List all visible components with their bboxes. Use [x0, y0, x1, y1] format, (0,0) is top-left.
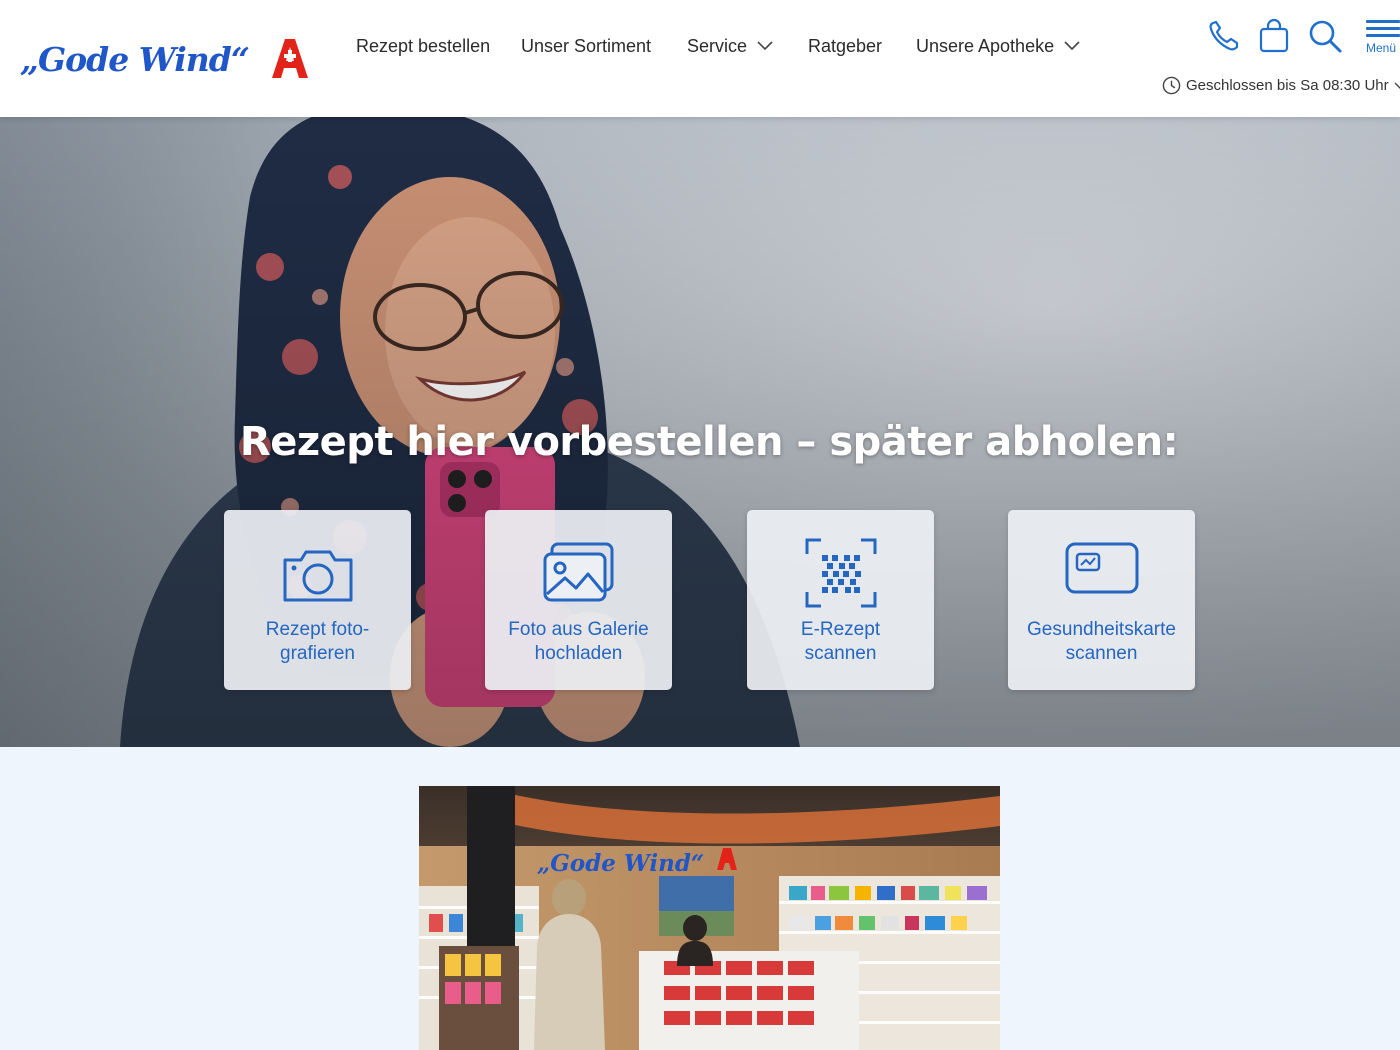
store-sign-text: „Gode Wind“	[537, 850, 704, 877]
card-label: Rezept foto- grafieren	[224, 618, 411, 666]
pharmacy-interior-photo: „Gode Wind“	[419, 786, 1000, 1050]
qr-scan-icon	[805, 538, 876, 608]
card-rezept-fotografieren[interactable]: Rezept foto- grafieren	[224, 510, 411, 690]
card-label: Gesundheitskarte scannen	[1008, 618, 1195, 666]
card-label: Foto aus Galerie hochladen	[485, 618, 672, 666]
health-card-icon	[1065, 542, 1138, 594]
search-icon[interactable]	[1307, 18, 1343, 54]
card-e-rezept-scannen[interactable]: E-Rezept scannen	[747, 510, 934, 690]
nav-label: Ratgeber	[808, 35, 883, 56]
card-label-line: grafieren	[280, 643, 355, 664]
nav-label: Unsere Apotheke	[916, 35, 1055, 56]
card-label-line: Rezept foto-	[265, 619, 370, 640]
card-label-line: hochladen	[534, 643, 623, 664]
shopping-bag-icon[interactable]	[1256, 18, 1292, 54]
opening-hours[interactable]: Geschlossen bis Sa 08:30 Uhr	[1162, 76, 1400, 95]
camera-icon	[283, 550, 352, 602]
card-label-line: Gesundheitskarte	[1027, 619, 1176, 640]
phone-icon[interactable]	[1206, 18, 1242, 54]
card-label-line: Foto aus Galerie	[508, 619, 649, 640]
nav-service[interactable]: Service	[687, 36, 773, 57]
card-foto-aus-galerie[interactable]: Foto aus Galerie hochladen	[485, 510, 672, 690]
nav-unsere-apotheke[interactable]: Unsere Apotheke	[916, 36, 1080, 57]
chevron-down-icon	[757, 41, 773, 51]
logo[interactable]: „Gode Wind“	[20, 36, 312, 82]
logo-text: „Gode Wind“	[20, 39, 250, 79]
nav-unser-sortiment[interactable]: Unser Sortiment	[521, 36, 651, 57]
nav-label: Rezept bestellen	[356, 35, 491, 56]
clock-icon	[1162, 76, 1181, 95]
card-label: E-Rezept scannen	[747, 618, 934, 666]
card-gesundheitskarte-scannen[interactable]: Gesundheitskarte scannen	[1008, 510, 1195, 690]
hamburger-menu-button[interactable]: Menü	[1366, 20, 1400, 60]
nav-label: Unser Sortiment	[521, 35, 652, 56]
pharmacy-interior-illustration: „Gode Wind“	[419, 786, 1000, 1050]
hero-section: Rezept hier vorbestellen – später abhole…	[0, 117, 1400, 747]
hero-title: Rezept hier vorbestellen – später abhole…	[239, 419, 1179, 465]
nav-rezept-bestellen[interactable]: Rezept bestellen	[356, 36, 490, 57]
site-header: „Gode Wind“ Rezept bestellen Unser Sorti…	[0, 0, 1400, 117]
card-label-line: E-Rezept	[800, 619, 881, 640]
card-label-line: scannen	[804, 643, 877, 664]
pharmacy-a-icon	[272, 39, 308, 78]
card-label-line: scannen	[1065, 643, 1138, 664]
hamburger-menu-icon	[1366, 20, 1400, 37]
nav-ratgeber[interactable]: Ratgeber	[808, 36, 882, 57]
menu-label: Menü	[1366, 41, 1397, 55]
gallery-icon	[543, 542, 613, 602]
nav-label: Service	[687, 35, 748, 56]
chevron-down-icon	[1394, 82, 1400, 89]
chevron-down-icon	[1064, 41, 1080, 51]
opening-hours-text: Geschlossen bis Sa 08:30 Uhr	[1186, 77, 1389, 94]
